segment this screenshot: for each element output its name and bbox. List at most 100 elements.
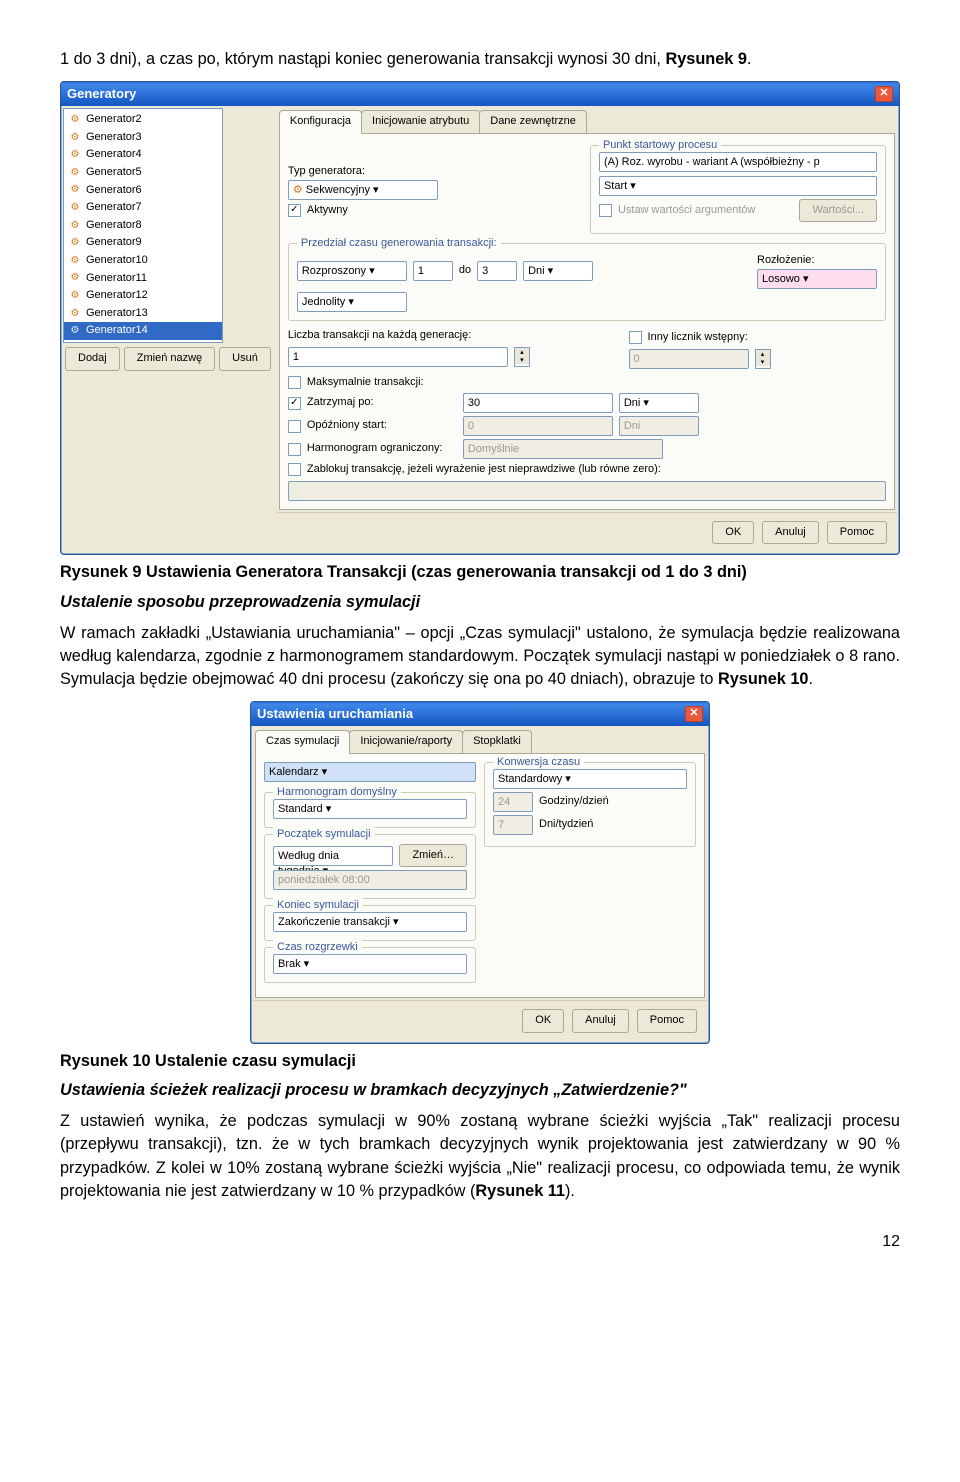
help-button[interactable]: Pomoc [827, 521, 887, 545]
list-item-label: Generator13 [86, 306, 148, 322]
list-item-label: Generator9 [86, 235, 142, 251]
list-item[interactable]: ⚙ Generator2 [64, 111, 222, 129]
start-select[interactable]: Start ▾ [599, 176, 877, 196]
interval-from-input[interactable]: 1 [413, 261, 453, 281]
label: Ustaw wartości argumentów [618, 203, 756, 219]
generator-list[interactable]: ⚙Generator2⚙Generator3⚙Generator4⚙Genera… [63, 108, 223, 343]
harm-select[interactable]: Standard ▾ [273, 799, 467, 819]
interval-mode-select[interactable]: Rozproszony ▾ [297, 261, 407, 281]
group-title: Początek symulacji [273, 827, 375, 843]
ustaw-arg-checkbox[interactable] [599, 204, 612, 217]
help-button[interactable]: Pomoc [637, 1009, 697, 1033]
fig-ref-11: Rysunek 11 [475, 1182, 565, 1200]
gear-icon: ⚙ [68, 289, 82, 303]
interval-to-input[interactable]: 3 [477, 261, 517, 281]
active-checkbox[interactable]: ✓ [288, 204, 301, 217]
label: Inny licznik wstępny: [648, 330, 748, 346]
list-item[interactable]: ⚙ Generator13 [64, 305, 222, 323]
text: Domyślnie [468, 443, 519, 455]
gear-icon: ⚙ [68, 307, 82, 321]
inny-checkbox[interactable] [629, 331, 642, 344]
opoz-unit-select: Dni [619, 416, 699, 436]
close-icon[interactable]: ✕ [685, 706, 703, 722]
zablokuj-checkbox[interactable] [288, 463, 301, 476]
konwersja-select[interactable]: Standardowy ▾ [493, 769, 687, 789]
list-item[interactable]: ⚙Generator6 [64, 182, 222, 200]
list-item-label: Generator12 [86, 288, 148, 304]
list-item-label: Generator4 [86, 147, 142, 163]
list-item[interactable]: ⚙Generator7 [64, 199, 222, 217]
label: Maksymalnie transakcji: [307, 375, 424, 391]
fig-ref-9: Rysunek 9 [665, 50, 746, 68]
list-item-label: Generator3 [86, 130, 142, 146]
cancel-button[interactable]: Anuluj [572, 1009, 629, 1033]
godziny-input: 24 [493, 792, 533, 812]
start-process-select[interactable]: (A) Roz. wyrobu - wariant A (współbieżny… [599, 152, 877, 172]
figure-caption-10: Rysunek 10 Ustalenie czasu symulacji [60, 1050, 900, 1073]
label: do [459, 263, 471, 279]
generatory-dialog: Generatory ✕ ⚙Generator2⚙Generator3⚙Gene… [60, 81, 900, 555]
list-item[interactable]: ⚙Generator11 [64, 270, 222, 288]
caption-text: Rysunek 10 Ustalenie czasu symulacji [60, 1052, 356, 1070]
list-item[interactable]: ⚙Generator8 [64, 217, 222, 235]
list-item[interactable]: ⚙Generator14 [64, 322, 222, 340]
list-item[interactable]: ⚙Generator3 [64, 129, 222, 147]
kalendarz-select[interactable]: Kalendarz ▾ [264, 762, 476, 782]
tab-dane-zewnetrzne[interactable]: Dane zewnętrzne [479, 110, 587, 133]
max-checkbox[interactable] [288, 376, 301, 389]
text: Losowo [762, 273, 800, 285]
list-item[interactable]: ⚙Generator10 [64, 252, 222, 270]
label: Godziny/dzień [539, 794, 609, 810]
label: Zatrzymaj po: [307, 395, 457, 411]
intro-paragraph: 1 do 3 dni), a czas po, którym nastąpi k… [60, 48, 900, 71]
rozgrzewka-select[interactable]: Brak ▾ [273, 954, 467, 974]
gear-icon: ⚙ [68, 236, 82, 250]
list-item-label: Generator5 [86, 165, 142, 181]
end-select[interactable]: Zakończenie transakcji ▾ [273, 912, 467, 932]
gear-icon: ⚙ [68, 148, 82, 162]
liczba-input[interactable]: 1 [288, 347, 508, 367]
delete-button[interactable]: Usuń [219, 347, 271, 371]
list-item[interactable]: ⚙ Generator9 [64, 234, 222, 252]
titlebar: Generatory ✕ [61, 82, 899, 106]
list-item-label: Generator7 [86, 200, 142, 216]
zmien-button[interactable]: Zmień… [399, 844, 467, 868]
ok-button[interactable]: OK [522, 1009, 564, 1033]
tab-inicjowanie-raporty[interactable]: Inicjowanie/raporty [349, 730, 463, 753]
gear-icon: ⚙ [68, 219, 82, 233]
label: Liczba transakcji na każdą generację: [288, 328, 623, 344]
stop-unit-select[interactable]: Dni ▾ [619, 393, 699, 413]
wartosci-button[interactable]: Wartości... [799, 199, 877, 223]
list-item[interactable]: ⚙ Generator4 [64, 146, 222, 164]
opoz-checkbox[interactable] [288, 420, 301, 433]
tab-inicjowanie[interactable]: Inicjowanie atrybutu [361, 110, 480, 133]
rozlozenie-select[interactable]: Losowo ▾ [757, 269, 877, 289]
start-mode-select[interactable]: Według dnia tygodnia ▾ [273, 846, 393, 866]
heading: Ustalenie sposobu przeprowadzenia symula… [60, 593, 420, 611]
text: Dni [624, 397, 641, 409]
stop-checkbox[interactable]: ✓ [288, 397, 301, 410]
harm-checkbox[interactable] [288, 443, 301, 456]
cancel-button[interactable]: Anuluj [762, 521, 819, 545]
interval-unit-select[interactable]: Dni ▾ [523, 261, 593, 281]
close-icon[interactable]: ✕ [875, 86, 893, 102]
tab-czas-symulacji[interactable]: Czas symulacji [255, 730, 350, 754]
tab-konfiguracja[interactable]: Konfiguracja [279, 110, 362, 134]
stop-input[interactable]: 30 [463, 393, 613, 413]
type-select[interactable]: ⚙ Sekwencyjny ▾ [288, 180, 438, 200]
add-button[interactable]: Dodaj [65, 347, 120, 371]
group-title: Konwersja czasu [493, 755, 584, 771]
list-item-label: Generator2 [86, 112, 142, 128]
rename-button[interactable]: Zmień nazwę [124, 347, 215, 371]
label: Typ generatora: [288, 164, 584, 180]
text: Dni [624, 420, 641, 432]
gear-icon: ⚙ [68, 113, 82, 127]
jednolity-select[interactable]: Jednolity ▾ [297, 292, 407, 312]
list-item[interactable]: ⚙Generator5 [64, 164, 222, 182]
text: Brak [278, 958, 301, 970]
ok-button[interactable]: OK [712, 521, 754, 545]
tab-stopklatki[interactable]: Stopklatki [462, 730, 532, 753]
label: Zablokuj transakcję, jeżeli wyrażenie je… [307, 462, 661, 478]
list-item[interactable]: ⚙ Generator12 [64, 287, 222, 305]
group-title: Harmonogram domyślny [273, 785, 401, 801]
